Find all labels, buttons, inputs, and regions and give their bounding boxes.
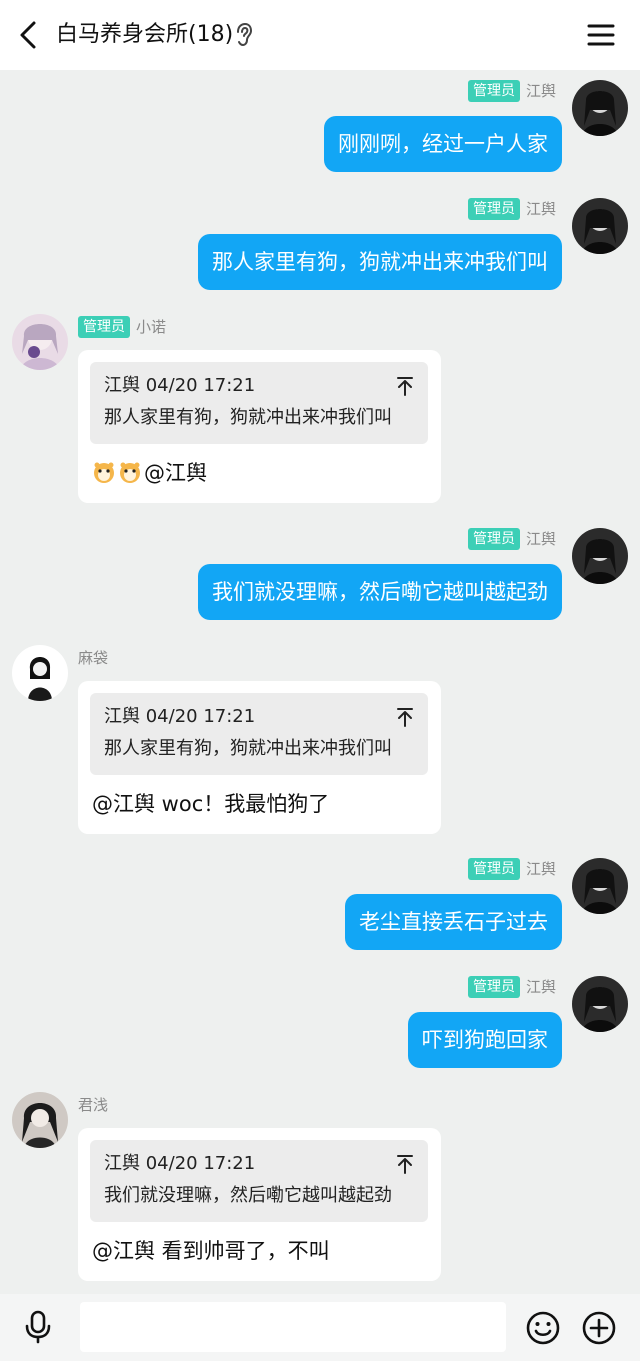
quote-text: 我们就没理嘛，然后嘞它越叫越起劲 [104, 1185, 392, 1206]
message-item: 管理员 江舆 吓到狗跑回家 [0, 974, 640, 1074]
sender-name[interactable]: 江舆 [526, 528, 556, 550]
avatar[interactable] [12, 645, 68, 701]
admin-badge: 管理员 [467, 80, 520, 102]
message-input[interactable] [80, 1302, 506, 1352]
sender-name[interactable]: 麻袋 [78, 647, 108, 669]
message-item: 管理员 江舆 那人家里有狗，狗就冲出来冲我们叫 [0, 196, 640, 296]
chat-header: 白马养身会所(18) [0, 0, 640, 70]
admin-badge: 管理员 [467, 198, 520, 220]
admin-badge: 管理员 [467, 858, 520, 880]
quote-time: 04/20 17:21 [145, 706, 256, 727]
quote-text: 那人家里有狗，狗就冲出来冲我们叫 [104, 738, 392, 759]
avatar[interactable] [572, 858, 628, 914]
group-title[interactable]: 白马养身会所(18) [56, 20, 233, 50]
message-item: 管理员 江舆 老尘直接丢石子过去 [0, 856, 640, 956]
message-bubble[interactable]: 江舆 04/20 17:21 那人家里有狗，狗就冲出来冲我们叫 @江舆 woc！… [78, 681, 441, 834]
ear-icon[interactable] [234, 22, 254, 48]
admin-badge: 管理员 [467, 976, 520, 998]
quote-header: 江舆 04/20 17:21 [104, 705, 255, 729]
back-button[interactable] [12, 17, 48, 53]
quote-time: 04/20 17:21 [145, 375, 256, 396]
plus-circle-icon [582, 1311, 616, 1345]
sender-name[interactable]: 江舆 [526, 80, 556, 102]
quoted-message[interactable]: 江舆 04/20 17:21 那人家里有狗，狗就冲出来冲我们叫 [90, 362, 428, 444]
reply-text-row: @江舆 [92, 458, 207, 488]
sender-meta: 管理员 小诺 [78, 316, 166, 338]
emoji-button[interactable] [525, 1310, 561, 1346]
sender-meta: 君浅 [78, 1094, 108, 1116]
microphone-icon [25, 1310, 51, 1344]
sender-meta: 麻袋 [78, 647, 108, 669]
quote-header: 江舆 04/20 17:21 [104, 374, 255, 398]
message-bubble[interactable]: 吓到狗跑回家 [408, 1012, 562, 1068]
avatar[interactable] [572, 976, 628, 1032]
avatar[interactable] [572, 198, 628, 254]
sender-name[interactable]: 江舆 [526, 858, 556, 880]
hamburger-menu-icon [587, 24, 615, 46]
jump-to-top-icon[interactable] [396, 707, 414, 727]
sender-name[interactable]: 江舆 [526, 198, 556, 220]
avatar[interactable] [572, 80, 628, 136]
message-item: 麻袋 江舆 04/20 17:21 那人家里有狗，狗就冲出来冲我们叫 @江舆 w… [0, 643, 640, 838]
sender-meta: 管理员 江舆 [467, 976, 556, 998]
chevron-left-icon [20, 21, 36, 49]
message-item: 君浅 江舆 04/20 17:21 我们就没理嘛，然后嘞它越叫越起劲 @江舆 看… [0, 1090, 640, 1285]
message-item: 管理员 江舆 我们就没理嘛，然后嘞它越叫越起劲 [0, 526, 640, 626]
sender-meta: 管理员 江舆 [467, 80, 556, 102]
jump-to-top-icon[interactable] [396, 376, 414, 396]
quote-author: 江舆 [104, 1153, 140, 1174]
smiley-icon [526, 1311, 560, 1345]
sender-meta: 管理员 江舆 [467, 198, 556, 220]
sender-meta: 管理员 江舆 [467, 858, 556, 880]
message-item: 管理员 江舆 刚刚咧，经过一户人家 [0, 78, 640, 178]
message-bubble[interactable]: 江舆 04/20 17:21 那人家里有狗，狗就冲出来冲我们叫 @江舆 [78, 350, 441, 503]
quote-header: 江舆 04/20 17:21 [104, 1152, 255, 1176]
menu-button[interactable] [584, 18, 618, 52]
quote-author: 江舆 [104, 375, 140, 396]
admin-badge: 管理员 [467, 528, 520, 550]
avatar[interactable] [12, 1092, 68, 1148]
message-bubble[interactable]: 我们就没理嘛，然后嘞它越叫越起劲 [198, 564, 562, 620]
quoted-message[interactable]: 江舆 04/20 17:21 那人家里有狗，狗就冲出来冲我们叫 [90, 693, 428, 775]
more-button[interactable] [581, 1310, 617, 1346]
avatar[interactable] [572, 528, 628, 584]
sender-meta: 管理员 江舆 [467, 528, 556, 550]
quoted-message[interactable]: 江舆 04/20 17:21 我们就没理嘛，然后嘞它越叫越起劲 [90, 1140, 428, 1222]
voice-button[interactable] [22, 1310, 54, 1344]
reply-text: @江舆 woc！我最怕狗了 [92, 792, 330, 816]
avatar[interactable] [12, 314, 68, 370]
message-bubble[interactable]: 那人家里有狗，狗就冲出来冲我们叫 [198, 234, 562, 290]
jump-to-top-icon[interactable] [396, 1154, 414, 1174]
hamster-emoji [120, 462, 140, 483]
message-item: 管理员 小诺 江舆 04/20 17:21 那人家里有狗，狗就冲出来冲我们叫 @… [0, 312, 640, 507]
quote-text: 那人家里有狗，狗就冲出来冲我们叫 [104, 407, 392, 428]
sender-name[interactable]: 君浅 [78, 1094, 108, 1116]
hamster-emoji [94, 462, 114, 483]
admin-badge: 管理员 [78, 316, 130, 338]
message-bubble[interactable]: 江舆 04/20 17:21 我们就没理嘛，然后嘞它越叫越起劲 @江舆 看到帅哥… [78, 1128, 441, 1281]
reply-text: @江舆 [144, 461, 207, 485]
message-bubble[interactable]: 刚刚咧，经过一户人家 [324, 116, 562, 172]
message-bubble[interactable]: 老尘直接丢石子过去 [345, 894, 562, 950]
quote-time: 04/20 17:21 [145, 1153, 256, 1174]
reply-text: @江舆 看到帅哥了，不叫 [92, 1239, 330, 1263]
quote-author: 江舆 [104, 706, 140, 727]
input-bar [0, 1294, 640, 1361]
sender-name[interactable]: 江舆 [526, 976, 556, 998]
sender-name[interactable]: 小诺 [136, 316, 166, 338]
